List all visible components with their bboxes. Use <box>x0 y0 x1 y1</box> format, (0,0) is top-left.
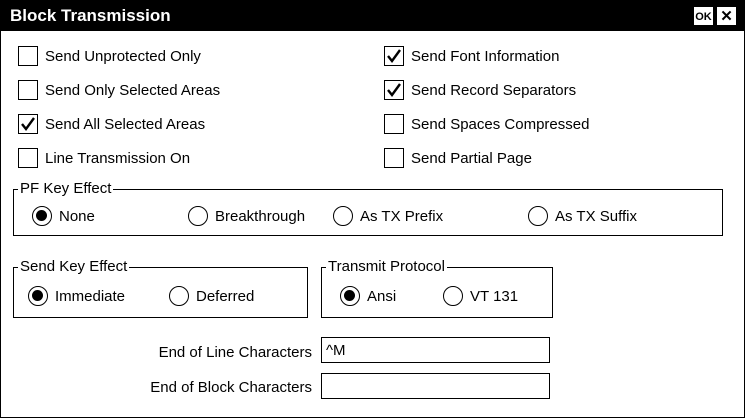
checkbox-box[interactable] <box>384 46 404 66</box>
checkbox-send-spaces-compressed[interactable]: Send Spaces Compressed <box>384 112 589 136</box>
end-of-line-input[interactable] <box>321 337 550 363</box>
checkbox-send-font-information[interactable]: Send Font Information <box>384 44 559 68</box>
group-legend: Send Key Effect <box>18 258 130 276</box>
radio-circle[interactable] <box>32 206 52 226</box>
checkmark-icon <box>21 117 35 131</box>
radio-label: Deferred <box>196 287 255 305</box>
radio-circle[interactable] <box>528 206 548 226</box>
checkbox-label: Send Unprotected Only <box>45 47 201 65</box>
radio-circle[interactable] <box>340 286 360 306</box>
radio-pf-none[interactable]: None <box>32 204 95 228</box>
block-transmission-dialog: Block Transmission OK ✕ Send Unprotected… <box>0 0 745 418</box>
group-legend: Transmit Protocol <box>326 258 447 276</box>
checkbox-label: Send Partial Page <box>411 149 532 167</box>
radio-circle[interactable] <box>28 286 48 306</box>
checkbox-send-all-selected-areas[interactable]: Send All Selected Areas <box>18 112 205 136</box>
checkbox-box[interactable] <box>384 80 404 100</box>
checkbox-send-record-separators[interactable]: Send Record Separators <box>384 78 576 102</box>
checkbox-box[interactable] <box>18 148 38 168</box>
ok-button[interactable]: OK <box>694 7 713 25</box>
checkmark-icon <box>387 83 401 97</box>
send-key-effect-group: Send Key Effect Immediate Deferred <box>13 258 308 318</box>
radio-circle[interactable] <box>169 286 189 306</box>
radio-protocol-ansi[interactable]: Ansi <box>340 284 396 308</box>
radio-label: As TX Suffix <box>555 207 637 225</box>
checkbox-label: Send Font Information <box>411 47 560 65</box>
radio-circle[interactable] <box>188 206 208 226</box>
radio-pf-as-tx-prefix[interactable]: As TX Prefix <box>333 204 443 228</box>
title-bar[interactable]: Block Transmission OK ✕ <box>1 1 744 31</box>
checkbox-label: Send Only Selected Areas <box>45 81 221 99</box>
radio-protocol-vt131[interactable]: VT 131 <box>443 284 518 308</box>
checkbox-label: Send All Selected Areas <box>45 115 206 133</box>
close-button[interactable]: ✕ <box>717 7 736 25</box>
checkbox-box[interactable] <box>18 114 38 134</box>
checkbox-box[interactable] <box>384 148 404 168</box>
transmit-protocol-group: Transmit Protocol Ansi VT 131 <box>321 258 553 318</box>
checkbox-label: Send Record Separators <box>411 81 577 99</box>
window-title: Block Transmission <box>10 6 171 25</box>
radio-circle[interactable] <box>443 286 463 306</box>
group-legend: PF Key Effect <box>18 180 114 198</box>
radio-label: Immediate <box>55 287 126 305</box>
checkbox-box[interactable] <box>18 46 38 66</box>
checkmark-icon <box>387 49 401 63</box>
radio-label: None <box>59 207 95 225</box>
end-of-line-label: End of Line Characters <box>158 344 312 361</box>
end-of-block-input[interactable] <box>321 373 550 399</box>
radio-label: Ansi <box>367 287 397 305</box>
checkbox-box[interactable] <box>384 114 404 134</box>
end-of-block-label: End of Block Characters <box>150 379 312 396</box>
radio-label: VT 131 <box>470 287 519 305</box>
checkbox-label: Send Spaces Compressed <box>411 115 590 133</box>
radio-label: As TX Prefix <box>360 207 444 225</box>
checkbox-send-partial-page[interactable]: Send Partial Page <box>384 146 532 170</box>
radio-pf-as-tx-suffix[interactable]: As TX Suffix <box>528 204 637 228</box>
radio-send-deferred[interactable]: Deferred <box>169 284 254 308</box>
radio-circle[interactable] <box>333 206 353 226</box>
radio-send-immediate[interactable]: Immediate <box>28 284 125 308</box>
checkbox-send-only-selected-areas[interactable]: Send Only Selected Areas <box>18 78 220 102</box>
radio-selected-dot <box>36 210 47 221</box>
checkbox-send-unprotected-only[interactable]: Send Unprotected Only <box>18 44 201 68</box>
radio-selected-dot <box>344 290 355 301</box>
radio-label: Breakthrough <box>215 207 306 225</box>
radio-pf-breakthrough[interactable]: Breakthrough <box>188 204 305 228</box>
checkbox-box[interactable] <box>18 80 38 100</box>
pf-key-effect-group: PF Key Effect None Breakthrough As TX Pr… <box>13 180 723 236</box>
checkbox-label: Line Transmission On <box>45 149 191 167</box>
checkbox-line-transmission-on[interactable]: Line Transmission On <box>18 146 190 170</box>
radio-selected-dot <box>32 290 43 301</box>
